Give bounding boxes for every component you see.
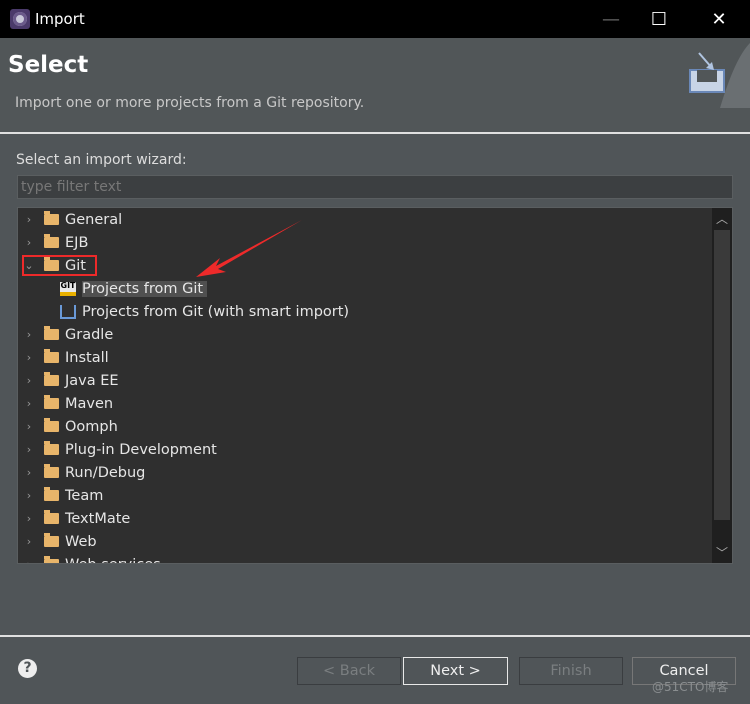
help-icon[interactable]: ? <box>18 659 37 678</box>
annotation-arrow <box>196 220 302 277</box>
watermark: @51CTO博客 <box>652 680 729 694</box>
finish-button[interactable]: Finish <box>519 657 623 685</box>
back-button[interactable]: < Back <box>297 657 401 685</box>
next-button[interactable]: Next > <box>403 657 508 685</box>
footer-divider <box>0 635 750 637</box>
